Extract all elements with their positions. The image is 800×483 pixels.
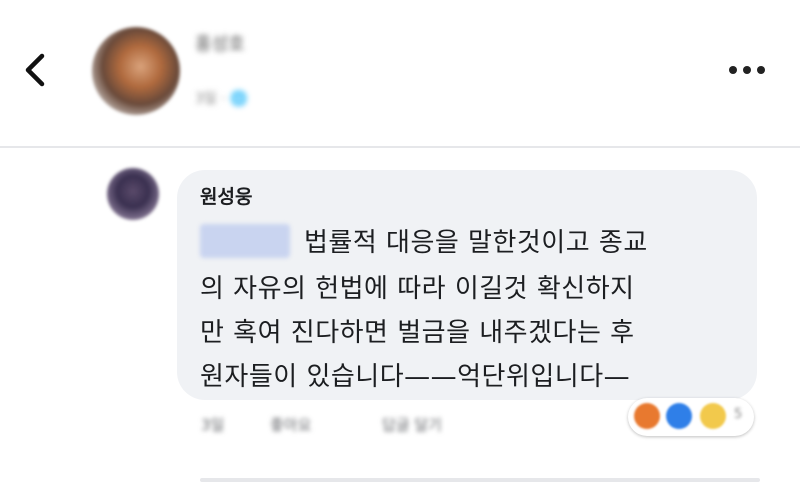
chevron-left-icon — [25, 53, 45, 87]
post-header: 홍성호 3일 · 🌐 — [0, 0, 800, 140]
reaction-count: 5 — [734, 407, 743, 422]
comment-text-line-1: 법률적 대응을 말한것이고 종교 — [304, 228, 648, 258]
post-meta: 3일 · 🌐 — [195, 91, 248, 107]
wow-reaction-icon — [700, 403, 726, 429]
comment-text-line-4: 원자들이 있습니다——억단위입니다— — [200, 362, 631, 392]
post-author-avatar[interactable] — [92, 27, 180, 115]
comment-author-avatar[interactable] — [107, 168, 159, 220]
haha-reaction-icon — [634, 403, 660, 429]
like-button[interactable]: 좋아요 — [270, 414, 311, 435]
comment-author-name[interactable]: 원성웅 — [200, 182, 252, 209]
more-options-button[interactable] — [726, 58, 768, 82]
reply-button[interactable]: 답글 달기 — [382, 414, 442, 435]
back-button[interactable] — [18, 50, 54, 90]
mention-tag[interactable] — [200, 224, 290, 258]
like-reaction-icon — [666, 403, 692, 429]
header-divider — [0, 146, 800, 148]
comment-text-line-3: 만 혹여 진다하면 벌금을 내주겠다는 후 — [200, 318, 635, 348]
comment-text-line-2: 의 자유의 헌법에 따라 이길것 확신하지 — [200, 274, 635, 304]
reaction-summary[interactable]: 5 — [628, 398, 754, 436]
next-item-edge — [200, 478, 760, 482]
more-horizontal-icon — [729, 66, 765, 74]
post-author-name[interactable]: 홍성호 — [195, 30, 245, 56]
comment-timestamp: 3일 — [201, 416, 225, 434]
